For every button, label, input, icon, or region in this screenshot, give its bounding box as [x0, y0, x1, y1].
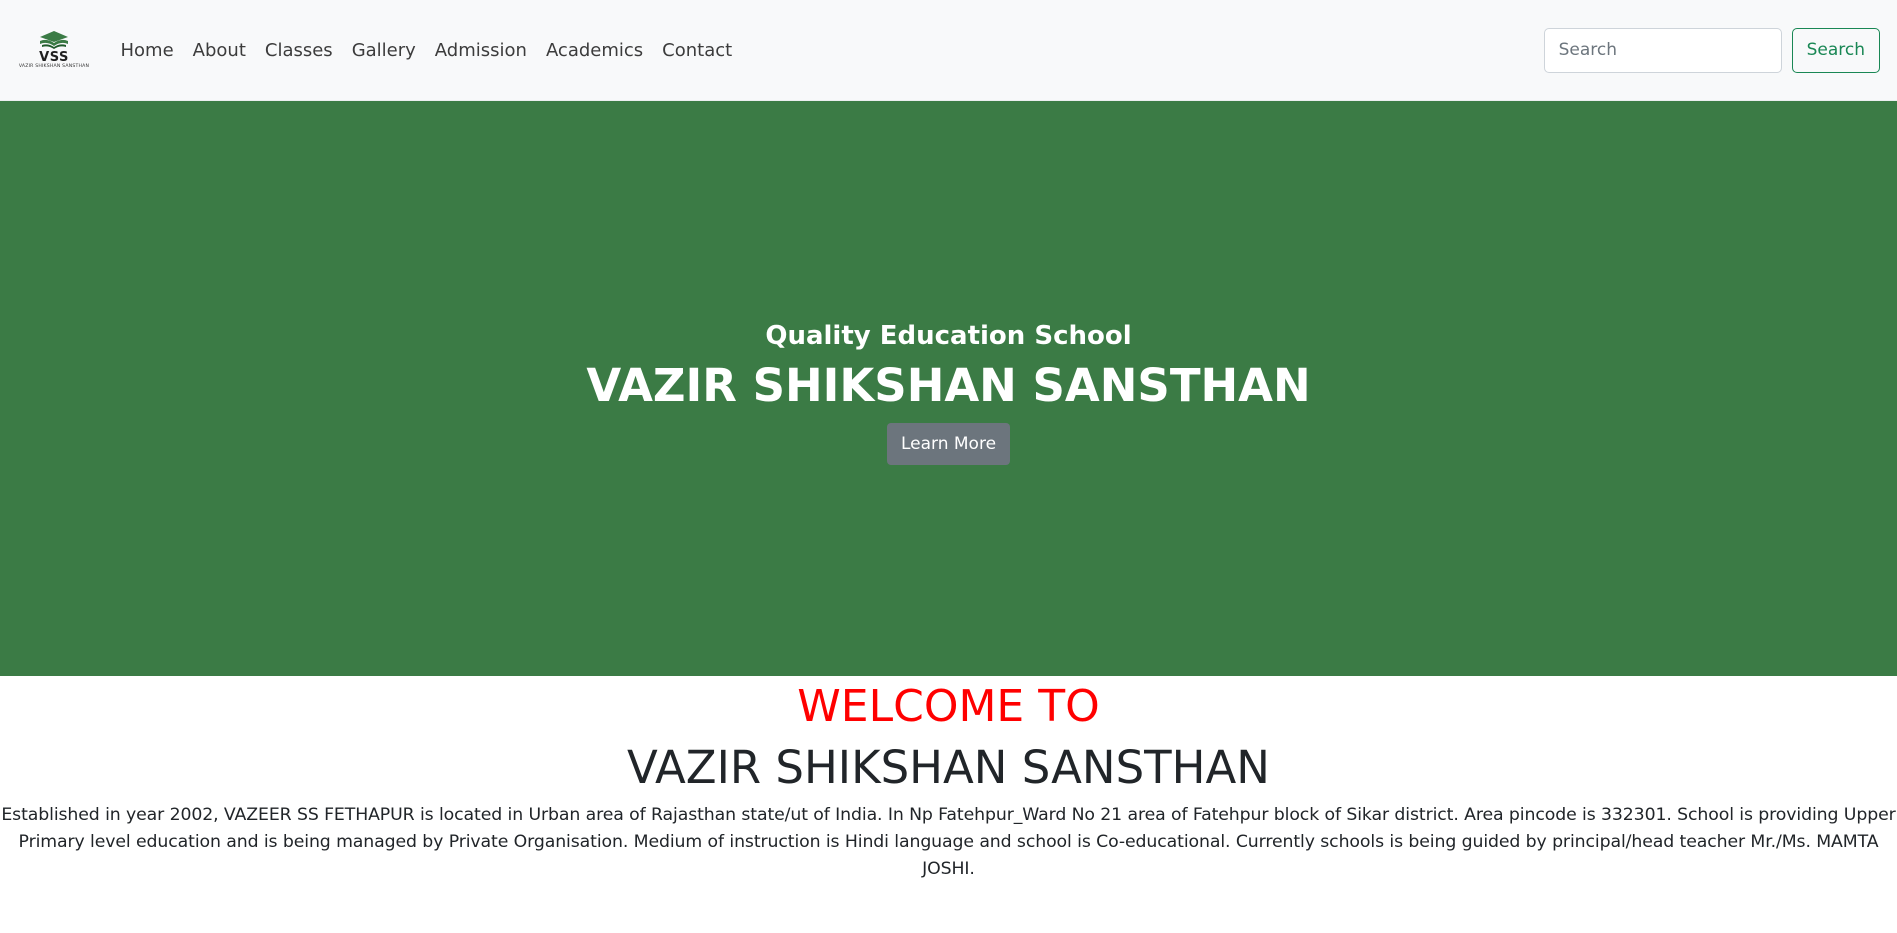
nav-link-academics[interactable]: Academics [536, 40, 652, 61]
school-name-heading: VAZIR SHIKSHAN SANSTHAN [627, 741, 1270, 794]
welcome-section: WELCOME TO VAZIR SHIKSHAN SANSTHAN Estab… [0, 676, 1897, 883]
navbar: VSS VAZIR SHIKSHAN SANSTHAN Home About C… [0, 0, 1897, 101]
search-input[interactable] [1543, 27, 1782, 73]
brand-logo[interactable]: VSS VAZIR SHIKSHAN SANSTHAN [17, 26, 91, 74]
school-description: Established in year 2002, VAZEER SS FETH… [1, 805, 1896, 879]
book-stack-logo-icon [40, 31, 68, 49]
hero-banner: Quality Education School VAZIR SHIKSHAN … [0, 101, 1897, 676]
learn-more-button[interactable]: Learn More [886, 422, 1011, 465]
nav-links: Home About Classes Gallery Admission Aca… [111, 40, 742, 61]
nav-link-about[interactable]: About [183, 40, 255, 61]
brand-full-name: VAZIR SHIKSHAN SANSTHAN [18, 64, 90, 69]
nav-link-classes[interactable]: Classes [255, 40, 342, 61]
hero-subtitle: Quality Education School [765, 320, 1132, 351]
nav-link-gallery[interactable]: Gallery [342, 40, 425, 61]
welcome-heading: WELCOME TO [797, 681, 1100, 732]
nav-link-admission[interactable]: Admission [425, 40, 536, 61]
hero-title: VAZIR SHIKSHAN SANSTHAN [586, 358, 1311, 412]
nav-link-contact[interactable]: Contact [653, 40, 742, 61]
nav-link-home[interactable]: Home [111, 40, 183, 61]
brand-abbr: VSS [39, 50, 69, 65]
search-button[interactable]: Search [1791, 27, 1880, 73]
search-form: Search [1543, 27, 1880, 73]
